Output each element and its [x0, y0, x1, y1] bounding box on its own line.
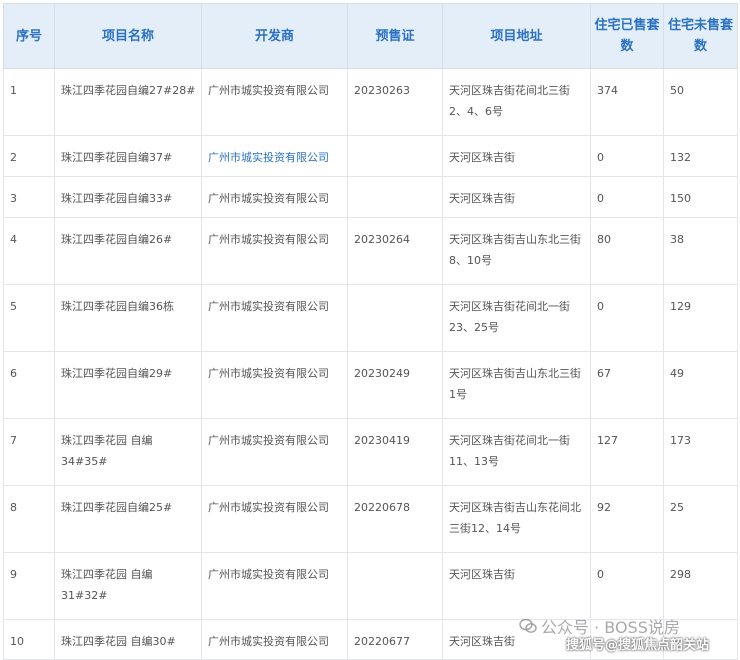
cell-index: 8 [3, 485, 55, 553]
cell-unsold-units: 150 [663, 176, 738, 218]
table-row: 1 珠江四季花园自编27#28# 广州市城实投资有限公司 20230263 天河… [3, 68, 738, 136]
cell-presale-permit: 20230263 [347, 68, 443, 136]
cell-sold-units: 67 [590, 351, 664, 419]
table-header-row: 序号 项目名称 开发商 预售证 项目地址 住宅已售套数 住宅未售套数 [3, 3, 738, 69]
cell-unsold-units: 298 [663, 552, 738, 620]
header-sold-units: 住宅已售套数 [590, 3, 664, 69]
cell-sold-units: 0 [590, 135, 664, 177]
cell-address: 天河区珠吉街吉山东北三街1号 [442, 351, 591, 419]
cell-developer: 广州市城实投资有限公司 [201, 619, 348, 660]
cell-sold-units: 374 [590, 68, 664, 136]
cell-index: 6 [3, 351, 55, 419]
cell-project-name: 珠江四季花园 自编34#35# [54, 418, 202, 486]
cell-developer-link[interactable]: 广州市城实投资有限公司 [201, 135, 348, 177]
table-row: 5 珠江四季花园自编36栋 广州市城实投资有限公司 天河区珠吉街花间北一街23、… [3, 284, 738, 352]
cell-index: 2 [3, 135, 55, 177]
cell-developer: 广州市城实投资有限公司 [201, 351, 348, 419]
cell-unsold-units: 50 [663, 68, 738, 136]
table-row: 4 珠江四季花园自编26# 广州市城实投资有限公司 20230264 天河区珠吉… [3, 217, 738, 285]
cell-presale-permit [347, 176, 443, 218]
cell-index: 5 [3, 284, 55, 352]
cell-developer: 广州市城实投资有限公司 [201, 418, 348, 486]
header-index: 序号 [3, 3, 55, 69]
cell-address: 天河区珠吉街花间北一街11、13号 [442, 418, 591, 486]
cell-project-name: 珠江四季花园 自编30# [54, 619, 202, 660]
cell-index: 7 [3, 418, 55, 486]
header-developer: 开发商 [201, 3, 348, 69]
cell-presale-permit: 20220677 [347, 619, 443, 660]
cell-sold-units: 80 [590, 217, 664, 285]
cell-address: 天河区珠吉街花间北一街23、25号 [442, 284, 591, 352]
cell-developer: 广州市城实投资有限公司 [201, 485, 348, 553]
cell-index: 10 [3, 619, 55, 660]
cell-presale-permit [347, 552, 443, 620]
table-row: 7 珠江四季花园 自编34#35# 广州市城实投资有限公司 20230419 天… [3, 418, 738, 486]
cell-project-name: 珠江四季花园自编36栋 [54, 284, 202, 352]
table-row: 6 珠江四季花园自编29# 广州市城实投资有限公司 20230249 天河区珠吉… [3, 351, 738, 419]
cell-address: 天河区珠吉街 [442, 552, 591, 620]
cell-presale-permit [347, 135, 443, 177]
cell-developer: 广州市城实投资有限公司 [201, 217, 348, 285]
cell-presale-permit: 20220678 [347, 485, 443, 553]
cell-developer: 广州市城实投资有限公司 [201, 176, 348, 218]
cell-sold-units: 0 [590, 284, 664, 352]
presale-table: 序号 项目名称 开发商 预售证 项目地址 住宅已售套数 住宅未售套数 1 珠江四… [3, 3, 738, 660]
header-address: 项目地址 [442, 3, 591, 69]
cell-presale-permit: 20230264 [347, 217, 443, 285]
cell-project-name: 珠江四季花园 自编31#32# [54, 552, 202, 620]
watermark-sohu: 搜狐号@搜狐焦点韶关站 [566, 638, 710, 653]
header-presale-permit: 预售证 [347, 3, 443, 69]
cell-project-name: 珠江四季花园自编27#28# [54, 68, 202, 136]
cell-address: 天河区珠吉街花间北三街2、4、6号 [442, 68, 591, 136]
cell-project-name: 珠江四季花园自编37# [54, 135, 202, 177]
cell-developer: 广州市城实投资有限公司 [201, 552, 348, 620]
cell-index: 4 [3, 217, 55, 285]
table-row: 3 珠江四季花园自编33# 广州市城实投资有限公司 天河区珠吉街 0 150 [3, 176, 738, 218]
cell-presale-permit: 20230249 [347, 351, 443, 419]
cell-unsold-units: 49 [663, 351, 738, 419]
cell-unsold-units: 132 [663, 135, 738, 177]
cell-project-name: 珠江四季花园自编33# [54, 176, 202, 218]
cell-project-name: 珠江四季花园自编29# [54, 351, 202, 419]
cell-presale-permit [347, 284, 443, 352]
cell-unsold-units: 173 [663, 418, 738, 486]
table-row: 9 珠江四季花园 自编31#32# 广州市城实投资有限公司 天河区珠吉街 0 2… [3, 552, 738, 620]
table-row: 2 珠江四季花园自编37# 广州市城实投资有限公司 天河区珠吉街 0 132 [3, 135, 738, 177]
cell-unsold-units: 129 [663, 284, 738, 352]
cell-developer: 广州市城实投资有限公司 [201, 284, 348, 352]
cell-index: 9 [3, 552, 55, 620]
cell-developer: 广州市城实投资有限公司 [201, 68, 348, 136]
cell-address: 天河区珠吉街吉山东花间北三街12、14号 [442, 485, 591, 553]
cell-project-name: 珠江四季花园自编26# [54, 217, 202, 285]
cell-sold-units: 0 [590, 552, 664, 620]
cell-index: 3 [3, 176, 55, 218]
cell-address: 天河区珠吉街 [442, 176, 591, 218]
cell-sold-units: 127 [590, 418, 664, 486]
wechat-icon [519, 617, 537, 635]
cell-unsold-units: 25 [663, 485, 738, 553]
cell-sold-units: 92 [590, 485, 664, 553]
cell-sold-units: 0 [590, 176, 664, 218]
header-unsold-units: 住宅未售套数 [663, 3, 738, 69]
table-row: 8 珠江四季花园自编25# 广州市城实投资有限公司 20220678 天河区珠吉… [3, 485, 738, 553]
cell-project-name: 珠江四季花园自编25# [54, 485, 202, 553]
cell-index: 1 [3, 68, 55, 136]
cell-address: 天河区珠吉街吉山东北三街8、10号 [442, 217, 591, 285]
cell-address: 天河区珠吉街 [442, 135, 591, 177]
cell-unsold-units: 38 [663, 217, 738, 285]
header-project-name: 项目名称 [54, 3, 202, 69]
cell-presale-permit: 20230419 [347, 418, 443, 486]
